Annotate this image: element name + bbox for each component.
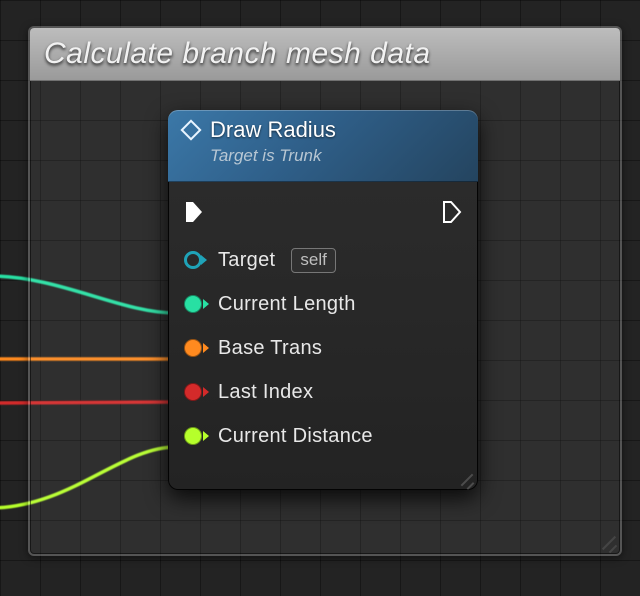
exec-out-pin[interactable] <box>442 200 462 224</box>
pin-target[interactable] <box>184 251 202 269</box>
pin-label-base-trans: Base Trans <box>218 337 322 360</box>
exec-in-pin[interactable] <box>184 200 204 224</box>
node-header[interactable]: Draw Radius Target is Trunk <box>168 110 478 182</box>
input-row-current-length: Current Length <box>184 282 462 326</box>
input-row-current-distance: Current Distance <box>184 414 462 458</box>
pin-base-trans[interactable] <box>184 339 202 357</box>
pin-current-distance[interactable] <box>184 427 202 445</box>
pin-label-current-distance: Current Distance <box>218 425 373 448</box>
node-draw-radius[interactable]: Draw Radius Target is Trunk Target self <box>168 110 478 490</box>
pin-label-last-index: Last Index <box>218 381 313 404</box>
target-default-self[interactable]: self <box>291 248 335 273</box>
node-title: Draw Radius <box>210 119 336 141</box>
input-row-last-index: Last Index <box>184 370 462 414</box>
input-row-base-trans: Base Trans <box>184 326 462 370</box>
input-row-target: Target self <box>184 238 462 282</box>
node-resize-handle[interactable] <box>455 468 473 486</box>
pin-last-index[interactable] <box>184 383 202 401</box>
node-body: Target self Current Length Base Trans La… <box>168 182 478 458</box>
pin-current-length[interactable] <box>184 295 202 313</box>
pin-label-current-length: Current Length <box>218 293 356 316</box>
pin-label-target: Target <box>218 249 275 272</box>
node-subtitle: Target is Trunk <box>210 146 468 166</box>
comment-title[interactable]: Calculate branch mesh data <box>30 28 620 81</box>
function-call-icon <box>180 119 202 141</box>
comment-resize-handle[interactable] <box>596 530 616 550</box>
